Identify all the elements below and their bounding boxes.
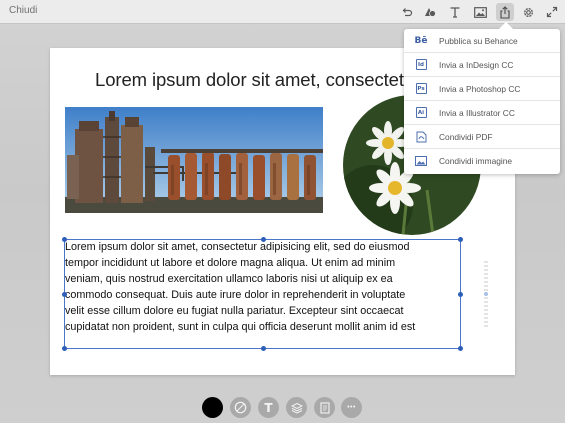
bottom-toolbar: T ••• xyxy=(0,397,565,419)
vertical-adjust-slider[interactable] xyxy=(484,261,488,329)
settings-icon[interactable] xyxy=(519,3,537,21)
share-menu: Bē Pubblica su Behance Id Invia a InDesi… xyxy=(404,29,560,174)
body-line: Lorem ipsum dolor sit amet, consectetur … xyxy=(65,241,410,253)
menu-item-label: Condividi immagine xyxy=(439,156,513,166)
illustrator-icon: Ai xyxy=(415,107,427,119)
more-icon[interactable]: ••• xyxy=(341,397,362,418)
style-icon[interactable] xyxy=(230,397,251,418)
pdf-icon xyxy=(415,131,427,143)
text-icon[interactable] xyxy=(446,3,464,21)
undo-icon[interactable] xyxy=(398,3,416,21)
expand-icon[interactable] xyxy=(543,3,561,21)
text-style-icon[interactable]: T xyxy=(258,397,279,418)
body-line: commodo consequat. Duis aute irure dolor… xyxy=(65,289,406,301)
body-line: veniam, quis nostrud exercitation ullamc… xyxy=(65,273,393,285)
menu-item-illustrator[interactable]: Ai Invia a Illustrator CC xyxy=(404,101,560,125)
menu-item-label: Pubblica su Behance xyxy=(439,35,518,46)
menu-item-indesign[interactable]: Id Invia a InDesign CC xyxy=(404,53,560,77)
behance-icon: Bē xyxy=(414,35,428,46)
body-line: tempor incididunt ut labore et dolore ma… xyxy=(65,257,396,269)
menu-item-behance[interactable]: Bē Pubblica su Behance xyxy=(404,29,560,53)
image-icon[interactable] xyxy=(471,3,489,21)
menu-item-photoshop[interactable]: Ps Invia a Photoshop CC xyxy=(404,77,560,101)
industrial-plant-photo[interactable] xyxy=(65,107,323,213)
page-title[interactable]: Lorem ipsum dolor sit amet, consectetur xyxy=(95,69,420,91)
resize-handle[interactable] xyxy=(62,346,67,351)
menu-item-share-image[interactable]: Condividi immagine xyxy=(404,149,560,173)
close-button[interactable]: Chiudi xyxy=(9,5,37,16)
body-line: cupidatat non proident, sunt in culpa qu… xyxy=(65,321,416,333)
menu-item-share-pdf[interactable]: Condividi PDF xyxy=(404,125,560,149)
body-line: velit esse cillum dolore eu fugiat nulla… xyxy=(65,305,404,317)
color-swatch[interactable] xyxy=(202,397,223,418)
menu-item-label: Invia a Illustrator CC xyxy=(439,107,515,118)
top-toolbar: Chiudi xyxy=(0,0,565,24)
share-icon[interactable] xyxy=(496,3,514,21)
resize-handle[interactable] xyxy=(261,346,266,351)
menu-item-label: Condividi PDF xyxy=(439,131,493,142)
layers-icon[interactable] xyxy=(286,397,307,418)
indesign-icon: Id xyxy=(415,59,427,71)
menu-item-label: Invia a InDesign CC xyxy=(439,59,514,70)
body-text-block[interactable]: Lorem ipsum dolor sit amet, consectetur … xyxy=(65,239,465,335)
resize-handle[interactable] xyxy=(458,346,463,351)
menu-item-label: Invia a Photoshop CC xyxy=(439,83,521,94)
shape-icon[interactable] xyxy=(421,3,439,21)
page-icon[interactable] xyxy=(314,397,335,418)
photoshop-icon: Ps xyxy=(415,83,427,95)
slider-knob[interactable] xyxy=(484,292,488,296)
share-image-icon xyxy=(415,155,427,167)
